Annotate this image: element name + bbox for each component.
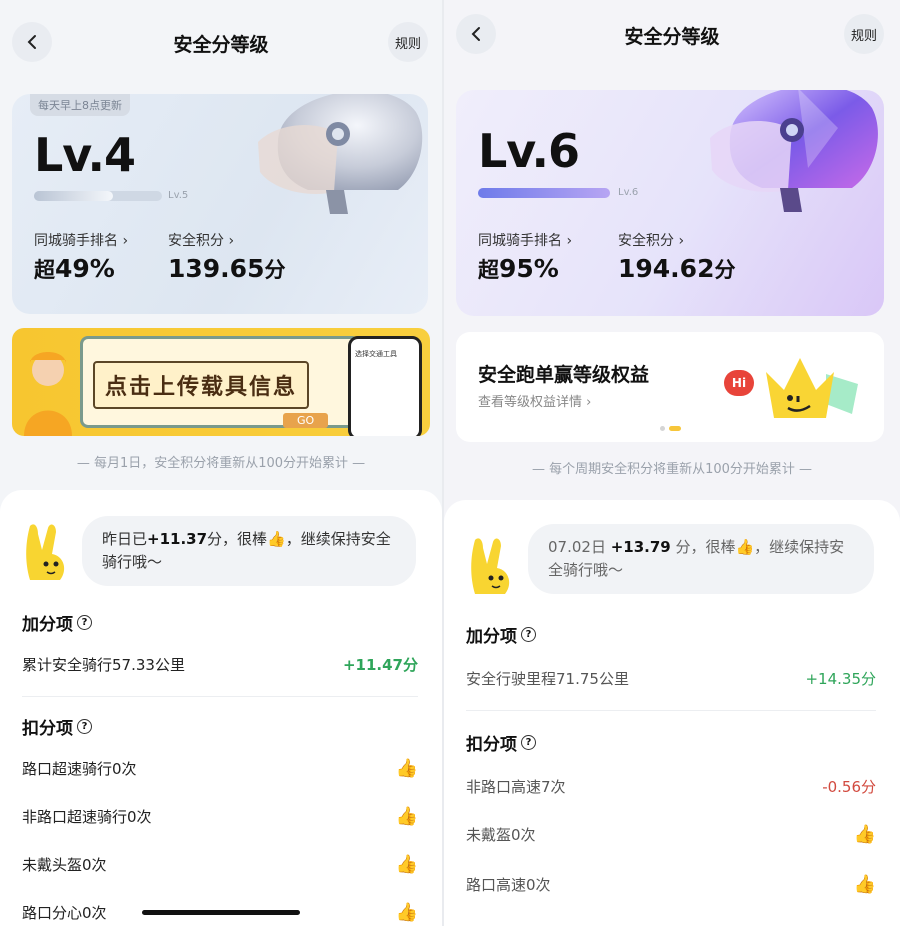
help-circle-icon[interactable]: ? xyxy=(77,615,92,630)
rules-button[interactable]: 规则 xyxy=(388,22,428,62)
reset-note: — 每个周期安全积分将重新从100分开始累计 — xyxy=(531,462,813,477)
phone-illustration: 选择交通工具 xyxy=(348,336,422,436)
section-divider xyxy=(466,710,876,711)
go-button[interactable]: GO xyxy=(283,413,329,428)
daily-message-bubble: 昨日已+11.37分，很棒👍，继续保持安全骑行哦～ xyxy=(82,516,416,586)
benefits-card[interactable]: 安全跑单赢等级权益 查看等级权益详情 › Hi xyxy=(456,332,884,442)
score-label[interactable]: 安全积分 › xyxy=(168,230,234,250)
level-label: Lv.4 xyxy=(34,128,136,182)
deduct-row: 未戴头盔0次 👍 xyxy=(22,854,418,875)
banner-text: 点击上传载具信息 xyxy=(93,361,310,409)
level-progress-track xyxy=(478,188,610,198)
header: 安全分等级 规则 xyxy=(444,14,900,70)
carousel-dot[interactable] xyxy=(669,426,681,431)
thumbs-up-icon: 👍 xyxy=(395,758,418,779)
crown-icon xyxy=(766,358,858,418)
rank-label[interactable]: 同城骑手排名 › xyxy=(478,230,572,250)
thumbs-up-icon: 👍 xyxy=(853,874,876,895)
deduct-section-title: 扣分项? xyxy=(466,730,536,755)
page-title: 安全分等级 xyxy=(173,34,269,56)
score-value: 139.65分 xyxy=(168,254,286,283)
update-tag: 每天早上8点更新 xyxy=(30,94,130,116)
rules-button[interactable]: 规则 xyxy=(844,14,884,54)
help-circle-icon[interactable]: ? xyxy=(77,719,92,734)
section-divider xyxy=(22,696,418,697)
rank-value: 超49% xyxy=(34,254,115,283)
score-value: 194.62分 xyxy=(618,254,736,283)
bonus-section-title: 加分项? xyxy=(22,610,92,635)
help-circle-icon[interactable]: ? xyxy=(521,627,536,642)
phone-header: 选择交通工具 xyxy=(355,350,397,358)
helmet-icon xyxy=(258,94,423,214)
level-label: Lv.6 xyxy=(478,124,580,178)
mascot-icon xyxy=(26,524,65,580)
next-level-label: Lv.6 xyxy=(618,187,639,198)
carousel-dot[interactable] xyxy=(660,426,665,431)
benefit-link[interactable]: 查看等级权益详情 › xyxy=(478,391,591,410)
bonus-row: 安全行驶里程71.75公里 +14.35分 xyxy=(466,670,876,688)
thumbs-up-icon: 👍 xyxy=(853,824,876,845)
deduct-row: 未戴盔0次 👍 xyxy=(466,824,876,845)
next-level-label: Lv.5 xyxy=(168,190,189,201)
bonus-row: 累计安全骑行57.33公里 +11.47分 xyxy=(22,656,418,674)
bonus-section-title: 加分项? xyxy=(466,622,536,647)
deduct-section-title: 扣分项? xyxy=(22,714,92,739)
courier-illustration xyxy=(24,352,72,436)
level-card: 每天早上8点更新 Lv.4 Lv.5 同城骑手排名 › 超49% 安全积分 › … xyxy=(12,94,428,314)
carousel-dots xyxy=(660,426,681,431)
left-screen: 安全分等级 规则 每天早上8点更新 Lv.4 Lv.5 同城骑手排名 › 超49… xyxy=(0,0,442,926)
thumbs-up-icon: 👍 xyxy=(395,902,418,923)
help-circle-icon[interactable]: ? xyxy=(521,735,536,750)
score-detail-sheet: 07.02日 +13.79 分，很棒👍，继续保持安全骑行哦～ 加分项? 安全行驶… xyxy=(444,500,900,926)
banner-screen: 点击上传载具信息 GO xyxy=(80,336,360,428)
mascot-icon xyxy=(471,538,510,594)
header: 安全分等级 规则 xyxy=(0,20,442,76)
score-detail-sheet: 昨日已+11.37分，很棒👍，继续保持安全骑行哦～ 加分项? 累计安全骑行57.… xyxy=(0,490,442,926)
hi-badge: Hi xyxy=(724,370,754,396)
level-card: Lv.6 Lv.6 同城骑手排名 › 超95% 安全积分 › 194.62分 xyxy=(456,90,884,316)
reset-note: — 每月1日，安全积分将重新从100分开始累计 — xyxy=(76,456,366,471)
deduct-row: 非路口超速骑行0次 👍 xyxy=(22,806,418,827)
page-title: 安全分等级 xyxy=(624,26,720,48)
helmet-icon xyxy=(710,90,878,212)
deduct-row: 非路口高速7次 -0.56分 xyxy=(466,778,876,796)
deduct-row: 路口超速骑行0次 👍 xyxy=(22,758,418,779)
deduct-row: 路口高速0次 👍 xyxy=(466,874,876,895)
thumbs-up-icon: 👍 xyxy=(395,854,418,875)
level-progress-track xyxy=(34,191,162,201)
upload-vehicle-banner[interactable]: 点击上传载具信息 GO 选择交通工具 xyxy=(12,328,430,436)
level-progress-fill xyxy=(478,188,610,198)
rank-value: 超95% xyxy=(478,254,559,283)
right-screen: 安全分等级 规则 Lv.6 Lv.6 同城骑手排名 › 超95% 安全积分 › … xyxy=(444,0,900,926)
daily-message-bubble: 07.02日 +13.79 分，很棒👍，继续保持安全骑行哦～ xyxy=(528,524,874,594)
home-indicator[interactable] xyxy=(142,910,300,915)
level-progress-fill xyxy=(34,191,114,201)
score-label[interactable]: 安全积分 › xyxy=(618,230,684,250)
rank-label[interactable]: 同城骑手排名 › xyxy=(34,230,128,250)
benefit-title: 安全跑单赢等级权益 xyxy=(478,364,650,386)
thumbs-up-icon: 👍 xyxy=(395,806,418,827)
